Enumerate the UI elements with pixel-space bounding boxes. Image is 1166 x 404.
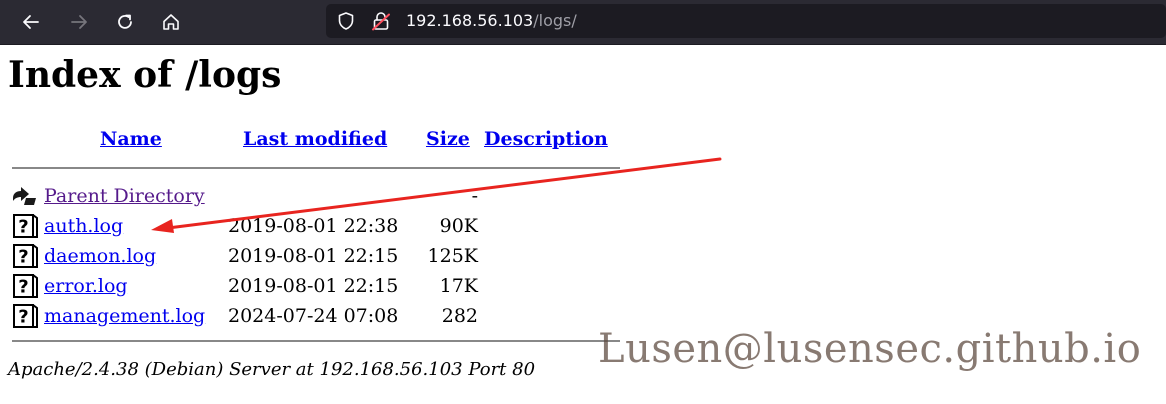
reload-icon bbox=[118, 14, 132, 29]
address-bar[interactable]: 192.168.56.103/logs/ bbox=[326, 4, 1166, 38]
unknown-file-icon: ? bbox=[13, 304, 38, 328]
size-cell: 17K bbox=[439, 275, 478, 297]
file-link[interactable]: auth.log bbox=[44, 215, 123, 237]
forward-button[interactable] bbox=[66, 9, 92, 35]
parent-directory-row: Parent Directory - bbox=[0, 182, 640, 212]
size-cell: 90K bbox=[439, 215, 478, 237]
modified-cell: 2024-07-24 07:08 bbox=[228, 305, 399, 327]
svg-text:?: ? bbox=[18, 277, 28, 298]
back-folder-icon bbox=[13, 187, 36, 205]
svg-text:?: ? bbox=[18, 307, 28, 328]
home-icon bbox=[163, 14, 179, 30]
file-row: ? daemon.log 2019-08-01 22:15 125K bbox=[0, 242, 640, 272]
footer-divider bbox=[12, 340, 620, 342]
column-header-description[interactable]: Description bbox=[484, 128, 608, 150]
back-arrow-icon bbox=[23, 15, 39, 29]
column-header-size[interactable]: Size bbox=[426, 128, 470, 150]
reload-button[interactable] bbox=[112, 9, 138, 35]
url-text[interactable]: 192.168.56.103/logs/ bbox=[406, 11, 577, 30]
modified-cell: 2019-08-01 22:38 bbox=[228, 215, 399, 237]
file-row: ? auth.log 2019-08-01 22:38 90K bbox=[0, 212, 640, 242]
column-header-last-modified[interactable]: Last modified bbox=[243, 128, 387, 150]
modified-cell: 2019-08-01 22:15 bbox=[228, 275, 399, 297]
page-title: Index of /logs bbox=[8, 54, 282, 96]
url-host: 192.168.56.103 bbox=[406, 11, 534, 30]
file-row: ? management.log 2024-07-24 07:08 282 bbox=[0, 302, 640, 332]
unknown-file-icon: ? bbox=[13, 214, 38, 238]
file-row: ? error.log 2019-08-01 22:15 17K bbox=[0, 272, 640, 302]
file-link[interactable]: management.log bbox=[44, 305, 205, 327]
svg-text:?: ? bbox=[18, 247, 28, 268]
size-cell: 125K bbox=[427, 245, 478, 267]
url-path: /logs/ bbox=[533, 11, 577, 30]
svg-text:?: ? bbox=[18, 217, 28, 238]
shield-icon[interactable] bbox=[336, 11, 356, 31]
browser-toolbar: 192.168.56.103/logs/ bbox=[0, 0, 1166, 45]
size-cell: - bbox=[471, 185, 478, 207]
back-button[interactable] bbox=[18, 9, 44, 35]
unknown-file-icon: ? bbox=[13, 244, 38, 268]
server-signature: Apache/2.4.38 (Debian) Server at 192.168… bbox=[8, 359, 536, 380]
header-divider bbox=[12, 167, 620, 169]
column-header-name[interactable]: Name bbox=[100, 128, 162, 150]
insecure-lock-icon[interactable] bbox=[370, 10, 392, 32]
unknown-file-icon: ? bbox=[13, 274, 38, 298]
file-link[interactable]: error.log bbox=[44, 275, 128, 297]
file-link[interactable]: daemon.log bbox=[44, 245, 156, 267]
watermark: Lusen@lusensec.github.io bbox=[598, 326, 1142, 372]
modified-cell: 2019-08-01 22:15 bbox=[228, 245, 399, 267]
forward-arrow-icon bbox=[71, 15, 87, 29]
size-cell: 282 bbox=[441, 305, 478, 327]
parent-directory-link[interactable]: Parent Directory bbox=[44, 185, 205, 207]
home-button[interactable] bbox=[158, 9, 184, 35]
